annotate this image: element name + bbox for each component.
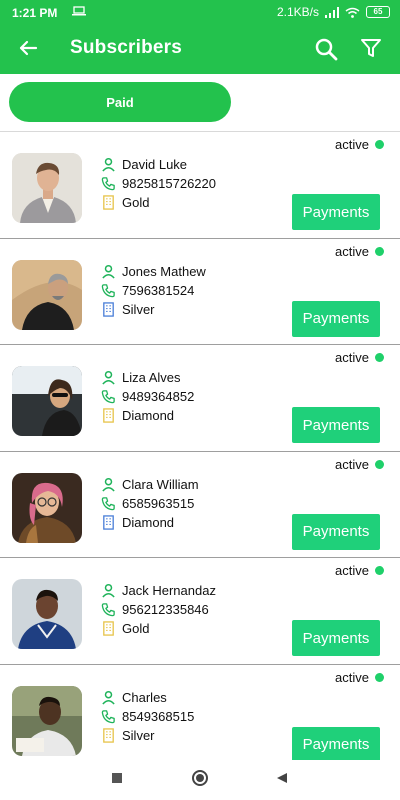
status-dot [375, 566, 384, 575]
status-label: active [335, 670, 384, 685]
status-dot [375, 140, 384, 149]
avatar [12, 472, 82, 543]
wifi-icon [345, 7, 360, 18]
app-bar: 1:21 PM 2.1KB/s 65 Subscribers [0, 0, 400, 74]
user-icon [102, 264, 115, 279]
signal-icon [325, 6, 339, 18]
plan-building-icon [103, 621, 114, 636]
payments-button[interactable]: Payments [292, 194, 380, 230]
network-speed: 2.1KB/s [276, 5, 319, 19]
subscriber-phone: 9489364852 [122, 389, 195, 404]
phone-icon [101, 177, 115, 191]
phone-icon [101, 390, 115, 404]
user-icon [102, 370, 115, 385]
system-nav-bar [0, 760, 400, 800]
status-label: active [335, 563, 384, 578]
subscriber-info: David Luke 9825815726220 Gold [101, 155, 216, 212]
phone-icon [101, 496, 115, 510]
subscriber-phone: 7596381524 [122, 282, 195, 298]
page-title: Subscribers [70, 37, 183, 58]
subscriber-phone: 8549368515 [122, 708, 195, 724]
avatar [12, 685, 82, 756]
subscriber-info: Jones Mathew 7596381524 Silver [101, 262, 206, 319]
arrow-left-icon[interactable] [18, 38, 38, 58]
status-label: active [335, 244, 384, 259]
subscriber-name: Clara William [122, 476, 199, 492]
subscriber-name: Liza Alves [122, 370, 181, 385]
status-time: 1:21 PM [12, 6, 58, 20]
subscriber-plan: Gold [122, 621, 150, 636]
subscriber-row[interactable]: active Liza Alves 9489364852 Diamond Pay… [0, 345, 400, 452]
avatar [12, 153, 82, 223]
subscriber-phone: 956212335846 [122, 602, 209, 617]
subscriber-row[interactable]: active Jones Mathew 7596381524 Silver Pa… [0, 239, 400, 345]
user-icon [102, 690, 115, 705]
status-label: active [335, 457, 384, 472]
payments-button[interactable]: Payments [292, 300, 380, 337]
phone-icon [101, 283, 115, 297]
battery-icon: 65 [366, 6, 390, 18]
avatar [12, 259, 82, 330]
status-text: active [335, 350, 369, 365]
subscriber-info: Charles 8549368515 Silver [101, 688, 194, 745]
status-label: active [335, 350, 384, 365]
subscriber-info: Clara William 6585963515 Diamond [101, 475, 199, 532]
subscriber-plan: Diamond [122, 514, 175, 530]
payments-button[interactable]: Payments [292, 513, 380, 550]
user-icon [102, 477, 115, 492]
plan-building-icon [103, 301, 114, 317]
subscriber-name: Jack Hernandaz [122, 583, 216, 598]
subscriber-row[interactable]: active Clara William 6585963515 Diamond … [0, 452, 400, 558]
subscriber-phone: 6585963515 [122, 495, 195, 511]
plan-building-icon [103, 408, 114, 423]
status-bar: 1:21 PM 2.1KB/s 65 [0, 0, 400, 26]
subscriber-row[interactable]: active David Luke 9825815726220 Gold Pay… [0, 132, 400, 239]
status-label: active [335, 137, 384, 152]
recents-square-icon[interactable] [112, 773, 122, 783]
phone-icon [101, 603, 115, 617]
avatar [12, 579, 82, 649]
plan-building-icon [103, 514, 114, 530]
payments-button[interactable]: Payments [292, 407, 380, 443]
status-dot [375, 246, 384, 256]
laptop-icon [72, 6, 86, 16]
home-circle-icon[interactable] [192, 770, 208, 786]
status-text: active [335, 563, 369, 578]
plan-building-icon [103, 727, 114, 743]
filter-icon[interactable] [359, 36, 383, 60]
subscriber-plan: Gold [122, 195, 150, 210]
subscriber-info: Liza Alves 9489364852 Diamond [101, 368, 194, 425]
subscriber-name: Charles [122, 689, 167, 705]
subscriber-row[interactable]: active Jack Hernandaz 956212335846 Gold … [0, 558, 400, 665]
avatar [12, 366, 82, 436]
subscriber-phone: 9825815726220 [122, 176, 216, 191]
phone-icon [101, 709, 115, 723]
status-dot [375, 459, 384, 469]
search-icon[interactable] [314, 37, 338, 61]
subscriber-info: Jack Hernandaz 956212335846 Gold [101, 581, 216, 638]
status-text: active [335, 243, 369, 259]
status-right: 2.1KB/s 65 [277, 5, 390, 19]
payments-button[interactable]: Payments [292, 726, 380, 763]
status-text: active [335, 137, 369, 152]
user-icon [102, 157, 115, 172]
payments-button[interactable]: Payments [292, 620, 380, 656]
subscriber-row[interactable]: active Charles 8549368515 Silver Payment… [0, 665, 400, 771]
status-dot [375, 353, 384, 362]
status-text: active [335, 456, 369, 472]
status-text: active [335, 669, 369, 685]
status-dot [375, 672, 384, 682]
subscriber-name: David Luke [122, 157, 188, 172]
back-triangle-icon[interactable] [276, 772, 288, 784]
subscriber-name: Jones Mathew [122, 263, 206, 279]
subscriber-list: active David Luke 9825815726220 Gold Pay… [0, 132, 400, 771]
user-icon [102, 583, 115, 598]
subscriber-plan: Silver [122, 301, 155, 317]
subscriber-plan: Silver [122, 727, 155, 743]
paid-filter-chip[interactable]: Paid [9, 82, 231, 122]
subscriber-plan: Diamond [122, 408, 175, 423]
plan-building-icon [103, 195, 114, 210]
